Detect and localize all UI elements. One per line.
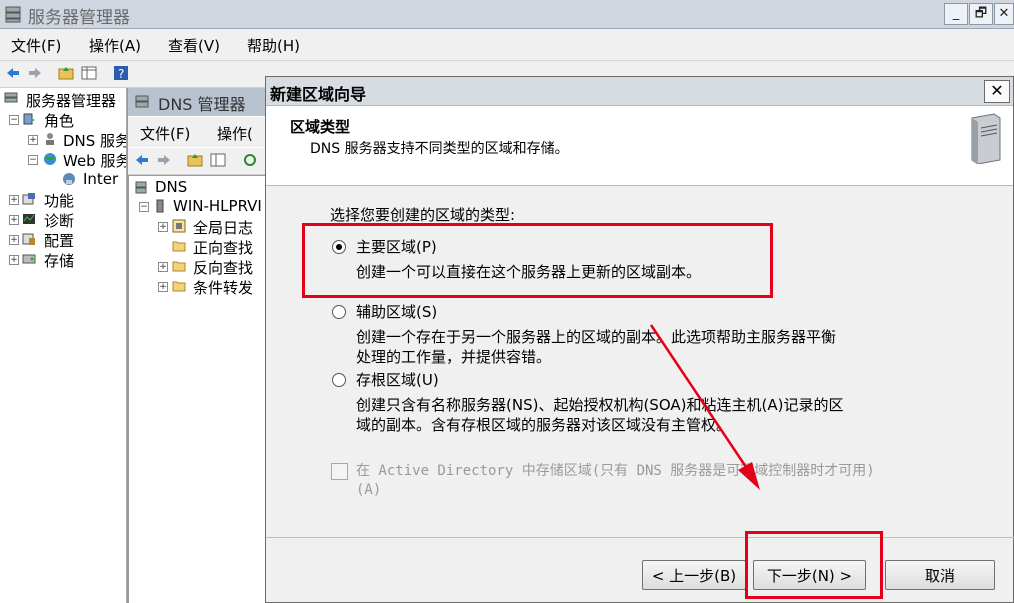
back-button[interactable]: < 上一步(B): [642, 560, 746, 590]
server-node-icon: [156, 199, 164, 213]
next-button-highlight: [745, 531, 883, 599]
stub-zone-label[interactable]: 存根区域(U): [356, 369, 439, 390]
up-folder-icon[interactable]: [58, 65, 74, 81]
server-manager-icon: [5, 6, 21, 23]
server-manager-tree: 服务器管理器 − 角色 + DNS 服务 − Web 服务 Inter + 功能…: [0, 88, 127, 603]
iis-icon: [63, 173, 75, 185]
stub-zone-radio[interactable]: [332, 373, 346, 387]
collapse-web-icon[interactable]: −: [28, 155, 38, 165]
new-zone-wizard-dialog: 新建区域向导 ✕ 区域类型 DNS 服务器支持不同类型的区域和存储。 选择您要创…: [265, 76, 1014, 603]
diagnostics-icon: [23, 214, 35, 224]
dns-manager-titlebar: DNS 管理器: [128, 88, 268, 116]
dns-root-icon: [135, 181, 147, 194]
show-hide-tree-icon[interactable]: [81, 65, 97, 81]
tree-reverse-lookup[interactable]: 反向查找: [193, 257, 253, 278]
forward-zone-folder-icon: [172, 241, 186, 252]
server-tower-icon: [971, 113, 1001, 164]
menu-file[interactable]: 文件(F): [11, 35, 61, 56]
dns-forward-icon[interactable]: [156, 152, 172, 168]
expand-conditional-icon[interactable]: +: [158, 282, 168, 292]
tree-conditional-forwarders[interactable]: 条件转发: [193, 277, 253, 298]
dns-back-icon[interactable]: [134, 152, 150, 168]
dns-menu-action[interactable]: 操作(: [217, 123, 253, 144]
tree-configuration[interactable]: 配置: [44, 230, 74, 251]
minimize-button[interactable]: _: [944, 3, 968, 25]
menu-view[interactable]: 查看(V): [168, 35, 220, 56]
wizard-header: 区域类型 DNS 服务器支持不同类型的区域和存储。: [266, 106, 1013, 186]
expand-storage-icon[interactable]: +: [9, 255, 19, 265]
forward-arrow-icon[interactable]: [27, 65, 43, 81]
collapse-server-icon[interactable]: −: [139, 202, 149, 212]
stub-zone-description-line2: 域的副本。含有存根区域的服务器对该区域没有主管权。: [356, 416, 732, 434]
close-window-button[interactable]: ✕: [994, 3, 1014, 25]
web-server-icon: [44, 153, 56, 165]
wizard-titlebar: 新建区域向导 ✕: [266, 77, 1013, 106]
ad-store-checkbox[interactable]: [331, 463, 348, 480]
tree-server-manager[interactable]: 服务器管理器: [26, 90, 116, 111]
footer-separator: [266, 537, 1014, 538]
refresh-icon[interactable]: [242, 152, 258, 168]
tree-web-server[interactable]: Web 服务: [63, 150, 126, 171]
expand-global-logs-icon[interactable]: +: [158, 222, 168, 232]
dns-manager-window: DNS 管理器 文件(F) 操作( DNS − WIN-HLPRVI + 全局日…: [127, 88, 268, 603]
svg-text:?: ?: [118, 67, 124, 81]
tree-global-logs[interactable]: 全局日志: [193, 217, 253, 238]
reverse-zone-folder-icon: [172, 261, 186, 272]
global-logs-icon: [172, 219, 186, 233]
secondary-zone-label[interactable]: 辅助区域(S): [356, 301, 437, 322]
tree-dns-server[interactable]: DNS 服务: [63, 130, 126, 151]
tree-server-node[interactable]: WIN-HLPRVI: [173, 197, 262, 215]
dns-manager-toolbar: [128, 148, 268, 175]
dns-tree-pane: DNS − WIN-HLPRVI + 全局日志 正向查找 + 反向查找 + 条件…: [128, 175, 268, 603]
tree-forward-lookup[interactable]: 正向查找: [193, 237, 253, 258]
wizard-close-button[interactable]: ✕: [984, 80, 1010, 103]
wizard-header-title: 区域类型: [290, 118, 351, 136]
dns-manager-icon: [135, 95, 149, 108]
secondary-zone-description-line2: 处理的工作量，并提供容错。: [356, 348, 552, 366]
dns-tree-toggle-icon[interactable]: [210, 152, 226, 168]
wizard-title: 新建区域向导: [270, 85, 367, 104]
tree-diagnostics[interactable]: 诊断: [44, 210, 74, 231]
menu-bar: 文件(F) 操作(A) 查看(V) 帮助(H): [0, 29, 1014, 61]
storage-icon: [22, 254, 36, 264]
restore-button[interactable]: 🗗: [969, 3, 993, 25]
menu-help[interactable]: 帮助(H): [247, 35, 300, 56]
tree-iis[interactable]: Inter: [83, 170, 118, 188]
expand-dns-icon[interactable]: +: [28, 135, 38, 145]
configuration-icon: [22, 233, 35, 245]
dns-up-icon[interactable]: [187, 152, 203, 168]
dns-role-icon: [46, 133, 54, 145]
stub-zone-description-line1: 创建只含有名称服务器(NS)、起始授权机构(SOA)和粘连主机(A)记录的区: [356, 396, 844, 414]
conditional-forwarder-folder-icon: [172, 281, 186, 292]
expand-diagnostics-icon[interactable]: +: [9, 215, 19, 225]
zone-type-prompt: 选择您要创建的区域的类型:: [330, 206, 516, 224]
roles-icon: [23, 113, 35, 125]
help-icon[interactable]: ?: [113, 65, 129, 81]
dns-manager-title: DNS 管理器: [158, 95, 246, 114]
dns-menu-file[interactable]: 文件(F): [140, 123, 190, 144]
ad-store-label-line2: (A): [356, 482, 382, 498]
primary-zone-highlight: [302, 223, 773, 298]
tree-dns-root[interactable]: DNS: [155, 178, 187, 196]
menu-action[interactable]: 操作(A): [89, 35, 141, 56]
dns-manager-menu: 文件(F) 操作(: [128, 117, 268, 147]
tree-storage[interactable]: 存储: [44, 250, 74, 271]
tree-roles[interactable]: 角色: [44, 110, 74, 131]
tree-features[interactable]: 功能: [44, 190, 74, 211]
expand-features-icon[interactable]: +: [9, 195, 19, 205]
server-manager-node-icon: [4, 92, 18, 103]
expand-config-icon[interactable]: +: [9, 235, 19, 245]
main-titlebar: 服务器管理器 _ 🗗 ✕: [0, 0, 1014, 29]
back-arrow-icon[interactable]: [5, 65, 21, 81]
features-icon: [22, 193, 35, 205]
secondary-zone-description-line1: 创建一个存在于另一个服务器上的区域的副本。此选项帮助主服务器平衡: [356, 328, 837, 346]
cancel-button[interactable]: 取消: [885, 560, 995, 590]
wizard-header-subtitle: DNS 服务器支持不同类型的区域和存储。: [310, 141, 569, 157]
ad-store-label-line1: 在 Active Directory 中存储区域(只有 DNS 服务器是可写域控…: [356, 463, 875, 479]
expand-reverse-icon[interactable]: +: [158, 262, 168, 272]
collapse-roles-icon[interactable]: −: [9, 115, 19, 125]
app-title: 服务器管理器: [28, 8, 130, 28]
secondary-zone-radio[interactable]: [332, 305, 346, 319]
